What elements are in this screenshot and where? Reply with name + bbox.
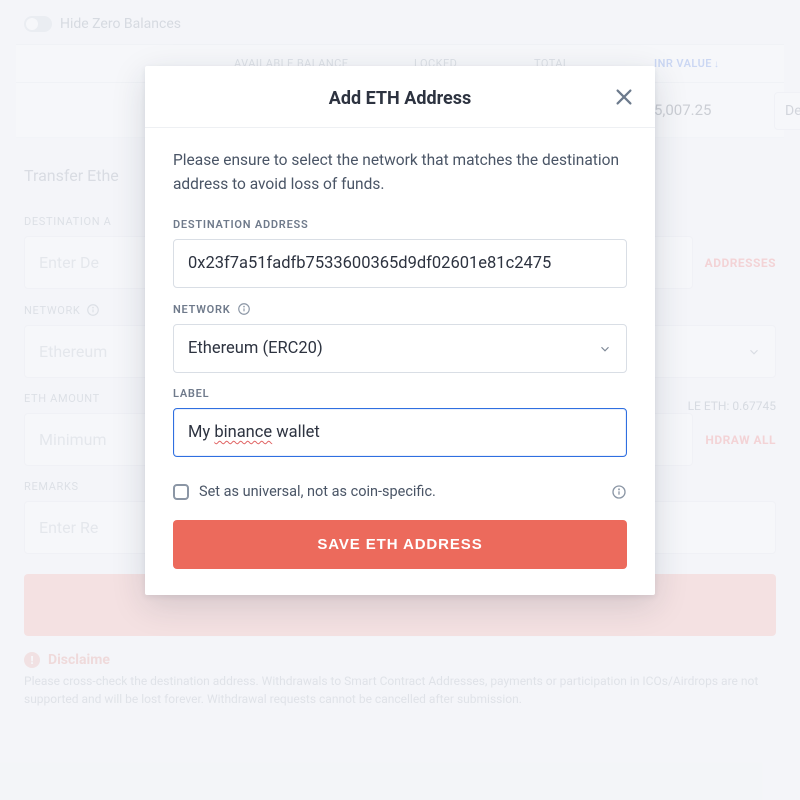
modal-dest-label: DESTINATION ADDRESS xyxy=(173,218,627,231)
universal-label: Set as universal, not as coin-specific. xyxy=(199,483,436,500)
info-icon[interactable] xyxy=(611,484,627,500)
modal-network-select[interactable]: Ethereum (ERC20) xyxy=(173,324,627,373)
modal-warning-text: Please ensure to select the network that… xyxy=(173,148,627,196)
universal-checkbox[interactable] xyxy=(173,484,189,500)
modal-label-label: LABEL xyxy=(173,387,627,400)
modal-network-value: Ethereum (ERC20) xyxy=(188,339,323,358)
modal-label-input[interactable]: My binance wallet xyxy=(173,408,627,457)
modal-title: Add ETH Address xyxy=(329,88,471,109)
info-icon[interactable] xyxy=(237,302,251,316)
modal-overlay: Add ETH Address Please ensure to select … xyxy=(0,0,800,800)
chevron-down-icon xyxy=(598,342,612,356)
close-icon[interactable] xyxy=(613,86,635,108)
modal-dest-input[interactable] xyxy=(173,239,627,288)
modal-network-label: NETWORK xyxy=(173,302,627,316)
save-address-button[interactable]: SAVE ETH ADDRESS xyxy=(173,520,627,569)
add-address-modal: Add ETH Address Please ensure to select … xyxy=(145,66,655,595)
